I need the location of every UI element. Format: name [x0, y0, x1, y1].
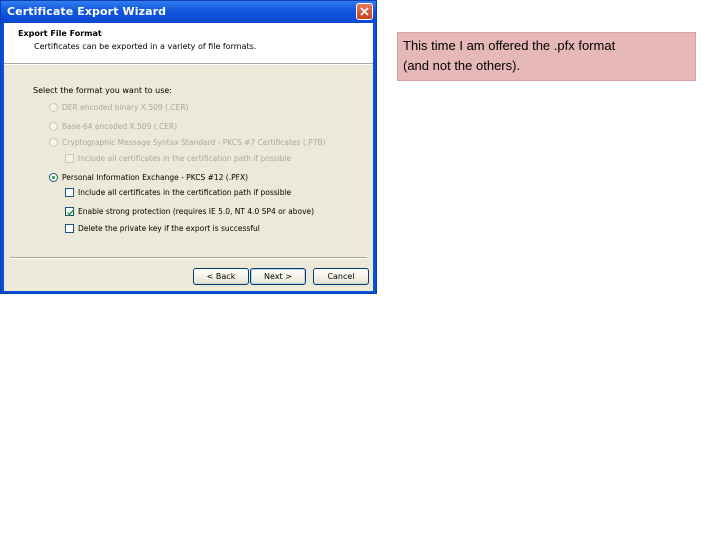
checkbox-delete-key-label: Delete the private key if the export is … — [78, 224, 260, 233]
title-bar[interactable]: Certificate Export Wizard — [1, 1, 376, 23]
radio-pkcs7-label: Cryptographic Message Syntax Standard - … — [62, 138, 326, 147]
radio-button-selected[interactable] — [49, 173, 58, 182]
next-button[interactable]: Next > — [250, 268, 306, 285]
checkbox[interactable] — [65, 188, 74, 197]
radio-button[interactable] — [49, 103, 58, 112]
radio-base64-label: Base-64 encoded X.509 (.CER) — [62, 122, 178, 131]
close-icon — [360, 7, 369, 16]
page-title: Export File Format — [18, 29, 102, 38]
format-select-label: Select the format you want to use: — [33, 86, 172, 95]
wizard-body: Export File Format Certificates can be e… — [4, 23, 373, 291]
radio-der-label: DER encoded binary X.509 (.CER) — [62, 103, 189, 112]
close-button[interactable] — [356, 3, 373, 20]
footer-divider-highlight — [10, 258, 367, 259]
page-subtitle: Certificates can be exported in a variet… — [34, 42, 257, 51]
checkmark-icon — [67, 209, 75, 216]
window-title: Certificate Export Wizard — [7, 5, 167, 18]
back-button[interactable]: < Back — [193, 268, 249, 285]
annotation-note: This time I am offered the .pfx format (… — [397, 32, 696, 81]
checkbox[interactable] — [65, 224, 74, 233]
header-divider-highlight — [4, 64, 373, 65]
cancel-button[interactable]: Cancel — [313, 268, 369, 285]
radio-button[interactable] — [49, 138, 58, 147]
checkbox-checked[interactable] — [65, 207, 75, 216]
wizard-header: Export File Format Certificates can be e… — [4, 23, 373, 63]
radio-selected-dot — [52, 176, 55, 179]
checkbox-pfx-include-all-label: Include all certificates in the certific… — [78, 188, 292, 197]
radio-pkcs12-label: Personal Information Exchange - PKCS #12… — [62, 173, 249, 182]
radio-button[interactable] — [49, 122, 58, 131]
checkbox-p7b-include-all-label: Include all certificates in the certific… — [78, 154, 292, 163]
certificate-export-wizard-window: Certificate Export Wizard Export File Fo… — [0, 0, 377, 294]
checkbox-strong-protection-label: Enable strong protection (requires IE 5.… — [78, 207, 315, 216]
note-line-2: (and not the others). — [403, 58, 521, 73]
checkbox[interactable] — [65, 154, 74, 163]
note-line-1: This time I am offered the .pfx format — [403, 38, 616, 53]
